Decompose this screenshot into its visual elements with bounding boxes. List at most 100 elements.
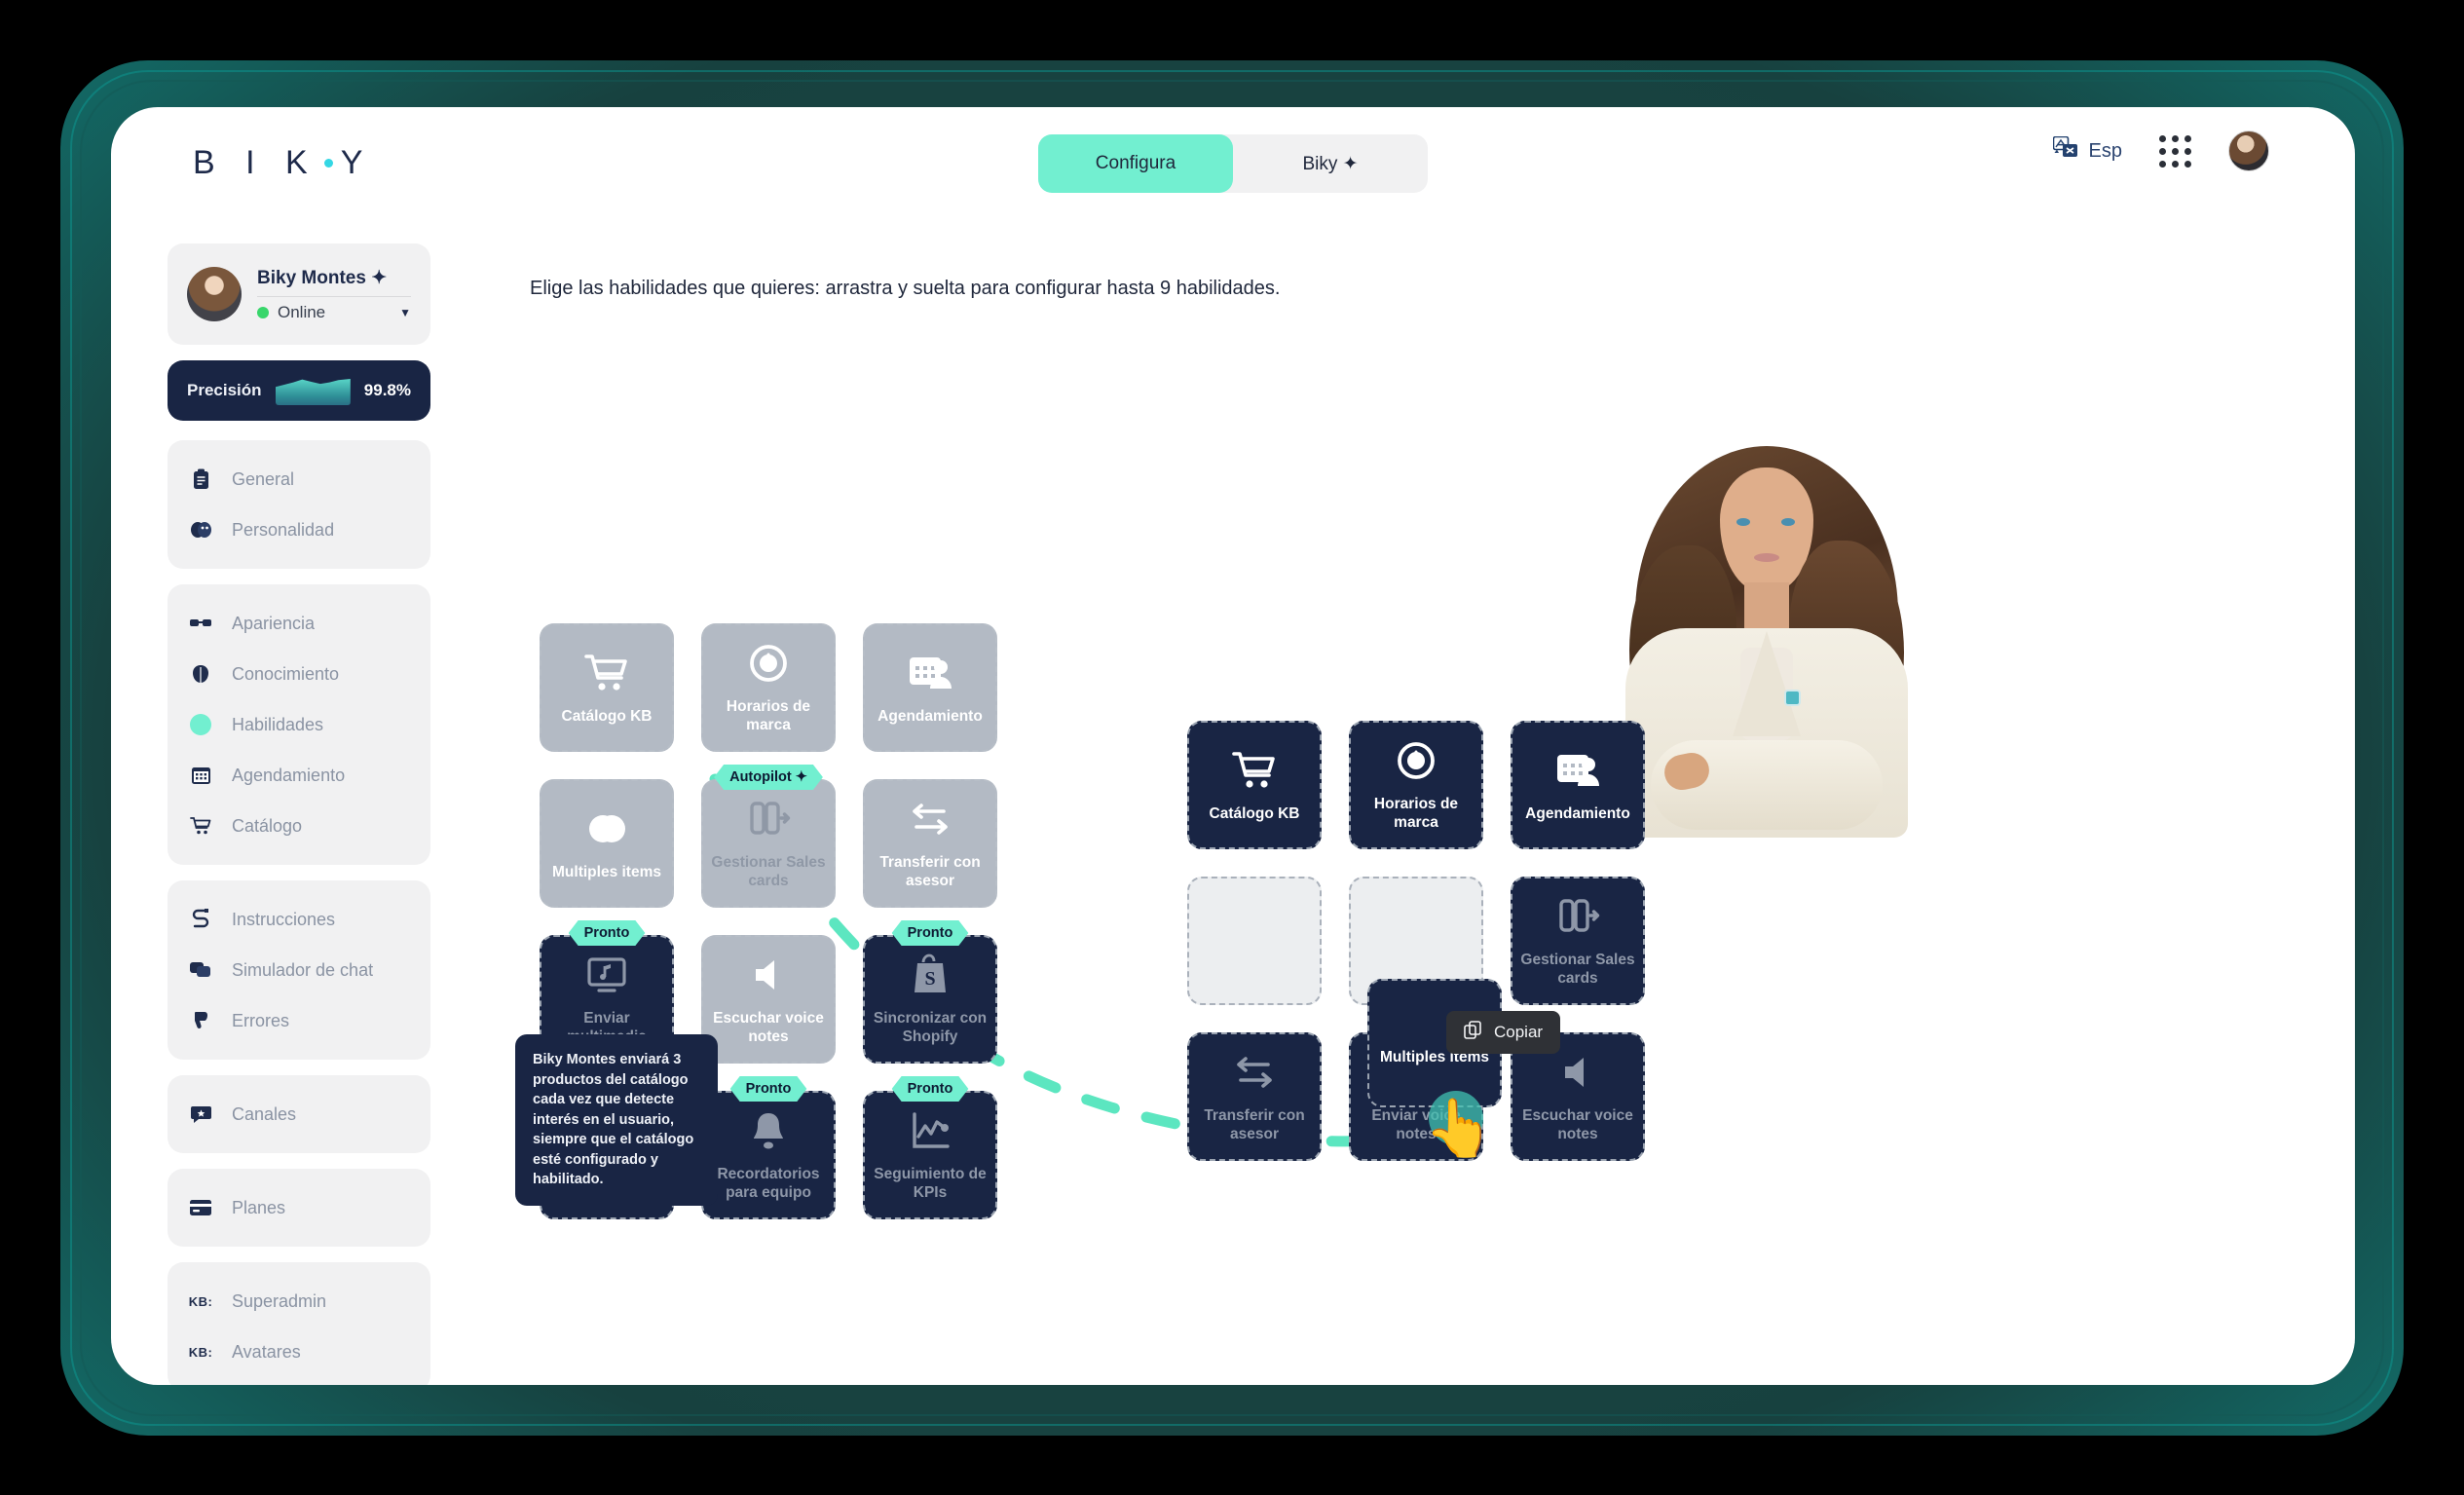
bell-icon [743, 1107, 794, 1154]
precision-label: Precisión [187, 381, 262, 399]
brand-dot-icon [323, 159, 333, 168]
palette-skill-card[interactable]: Pronto Seguimiento de KPIs [863, 1091, 997, 1219]
skill-badge: Pronto [730, 1076, 807, 1102]
sidebar-item-label: Superadmin [232, 1290, 327, 1311]
tab-biky[interactable]: Biky ✦ [1233, 134, 1428, 193]
skill-label: Catálogo KB [1209, 804, 1300, 822]
app-window: B I KY Configura Biky ✦ Esp Biky Montes … [111, 107, 2355, 1385]
glasses-icon [189, 617, 212, 630]
skill-label: Multiples items [552, 863, 661, 880]
grid-apps-icon[interactable] [2159, 134, 2191, 168]
sidebar-item-label: Agendamiento [232, 765, 346, 785]
skill-badge: Pronto [892, 920, 969, 946]
speaker-icon [743, 952, 794, 998]
board-skill-card[interactable]: Transferir con asesor [1187, 1032, 1322, 1161]
skill-badge: Autopilot ✦ [714, 765, 823, 790]
biky-montes-avatar-photo [1625, 429, 1908, 838]
palette-skill-card[interactable]: Autopilot ✦ Gestionar Sales cards [701, 779, 836, 908]
copy-icon [1464, 1021, 1482, 1044]
pointing-hand-cursor: 👆 [1424, 1097, 1495, 1160]
skill-label: Gestionar Sales cards [1520, 952, 1635, 987]
profile-card[interactable]: Biky Montes ✦ Online ▼ [168, 243, 430, 345]
thumbs-down-icon [189, 1011, 212, 1030]
palette-skill-card[interactable]: Escuchar voice notes [701, 935, 836, 1064]
skill-label: Gestionar Sales cards [711, 854, 826, 889]
sidebar-item-label: Conocimiento [232, 663, 340, 684]
avatar [187, 267, 242, 321]
masks-icon [189, 520, 212, 540]
sidebar-item-label: Canales [232, 1103, 297, 1124]
sidebar-item-personalidad[interactable]: Personalidad [168, 505, 430, 555]
board-skill-card[interactable]: Gestionar Sales cards [1511, 877, 1645, 1005]
skill-label: Transferir con asesor [879, 854, 981, 889]
sidebar-item-habilidades[interactable]: Habilidades [168, 699, 430, 750]
palette-skill-card[interactable]: Pronto S Sincronizar con Shopify [863, 935, 997, 1064]
language-switcher[interactable]: Esp [2052, 135, 2122, 166]
palette-skill-card[interactable]: Agendamiento [863, 623, 997, 752]
card-icon [189, 1200, 212, 1215]
palette-skill-card[interactable]: Pronto Recordatorios para equipo [701, 1091, 836, 1219]
top-bar-actions: Esp [2052, 131, 2269, 171]
sidebar-item-label: Personalidad [232, 519, 335, 540]
user-avatar[interactable] [2228, 131, 2269, 171]
sidebar-item-label: Avatares [232, 1341, 301, 1362]
sales-cards-icon [1552, 893, 1603, 940]
flow-icon [189, 909, 212, 930]
board-skill-card[interactable]: Agendamiento [1511, 721, 1645, 849]
skill-label: Escuchar voice notes [713, 1010, 824, 1045]
skill-label: Catálogo KB [561, 707, 653, 725]
view-tabs[interactable]: Configura Biky ✦ [1038, 134, 1428, 193]
sales-cards-icon [743, 796, 794, 842]
palette-skill-card[interactable]: Transferir con asesor [863, 779, 997, 908]
skill-label: Horarios de marca [1373, 796, 1459, 831]
multi-items-icon [581, 805, 632, 852]
brand-logo: B I KY [193, 144, 373, 182]
sidebar-item-canales[interactable]: Canales [168, 1089, 430, 1140]
sidebar-item-apariencia[interactable]: Apariencia [168, 598, 430, 649]
sidebar-item-label: Habilidades [232, 714, 324, 734]
sidebar-item-avatares[interactable]: KB: Avatares [168, 1327, 430, 1377]
cart-icon [189, 816, 212, 836]
kb-icon: KB: [188, 1344, 213, 1360]
profile-name: Biky Montes ✦ [257, 267, 388, 288]
tab-configura[interactable]: Configura [1038, 134, 1233, 193]
sidebar-nav: General Personalidad Apariencia Conocimient… [168, 440, 430, 1385]
brand-logo-text-2: Y [340, 144, 374, 181]
translate-icon [2052, 135, 2078, 166]
copy-context-tooltip[interactable]: Copiar [1446, 1011, 1561, 1054]
palette-skill-card[interactable]: Multiples items [540, 779, 674, 908]
skill-description-tooltip: Biky Montes enviará 3 productos del catá… [515, 1034, 718, 1207]
calendar-user-icon [905, 650, 955, 696]
skill-label: Agendamiento [877, 707, 983, 725]
sidebar-item-label: Simulador de chat [232, 959, 374, 980]
transfer-icon [1229, 1049, 1280, 1096]
palette-skill-card[interactable]: Horarios de marca [701, 623, 836, 752]
sidebar-item-agendamiento[interactable]: Agendamiento [168, 750, 430, 801]
sidebar-item-planes[interactable]: Planes [168, 1182, 430, 1233]
chevron-down-icon[interactable]: ▼ [399, 306, 411, 319]
board-skill-card[interactable]: Catálogo KB [1187, 721, 1322, 849]
sidebar-item-cat-logo[interactable]: Catálogo [168, 801, 430, 851]
sidebar-item-label: Errores [232, 1010, 290, 1030]
skill-label: Agendamiento [1525, 804, 1630, 822]
sidebar-item-conocimiento[interactable]: Conocimiento [168, 649, 430, 699]
sidebar-item-simulador-de-chat[interactable]: Simulador de chat [168, 945, 430, 995]
kb-icon: KB: [188, 1293, 213, 1309]
skill-badge: Pronto [892, 1076, 969, 1102]
speaker-icon [1552, 1049, 1603, 1096]
sidebar-item-label: Catálogo [232, 815, 303, 836]
palette-skill-card[interactable]: Catálogo KB [540, 623, 674, 752]
skill-label: Recordatorios para equipo [717, 1166, 820, 1201]
sidebar-item-instrucciones[interactable]: Instrucciones [168, 894, 430, 945]
skill-label: Seguimiento de KPIs [874, 1166, 987, 1201]
page-hint: Elige las habilidades que quieres: arras… [530, 278, 1281, 299]
skill-label: Transferir con asesor [1204, 1107, 1305, 1142]
sidebar-item-superadmin[interactable]: KB: Superadmin [168, 1276, 430, 1327]
skill-label: Horarios de marca [726, 698, 811, 733]
sidebar-item-general[interactable]: General [168, 454, 430, 505]
sidebar-item-errores[interactable]: Errores [168, 995, 430, 1046]
sidebar-group-0: General Personalidad [168, 440, 430, 569]
cart-icon [1229, 747, 1280, 794]
board-skill-card[interactable]: Horarios de marca [1349, 721, 1483, 849]
status-label: Online [278, 302, 326, 321]
